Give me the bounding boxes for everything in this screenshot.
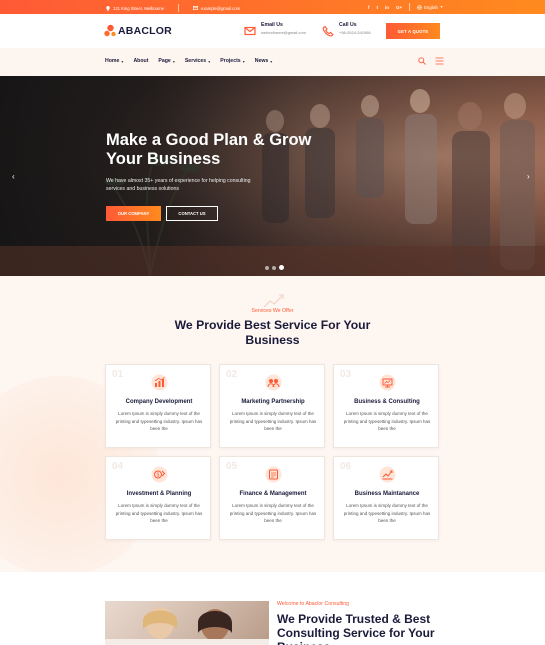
service-card[interactable]: 05 Finance & Management Lorem Ipsum is s…: [219, 456, 325, 540]
call-label: Call Us: [339, 22, 357, 28]
logo-mark-icon: [104, 24, 116, 37]
email-label: Email Us: [261, 22, 283, 28]
chevron-down-icon: ▾: [242, 58, 245, 64]
contact-us-button[interactable]: CONTACT US: [166, 206, 218, 221]
call-value: +98-0524-541986: [339, 30, 371, 35]
search-icon[interactable]: [418, 57, 426, 65]
menu-icon[interactable]: [435, 57, 444, 65]
service-card-title: Finance & Management: [239, 491, 307, 497]
svg-text:$: $: [157, 472, 160, 478]
twitter-icon[interactable]: t: [377, 5, 379, 10]
nav-item-services[interactable]: Services ▾: [185, 58, 210, 64]
header: ABACLOR Email Us webextheme@gmail.com Ca…: [0, 14, 545, 48]
slider-next-arrow-icon[interactable]: ›: [527, 172, 530, 181]
chevron-down-icon: ▾: [208, 58, 211, 64]
chevron-down-icon: ▾: [172, 58, 175, 64]
chevron-down-icon: ▼: [439, 5, 444, 9]
about-image: [105, 601, 269, 645]
service-card-description: Lorem Ipsum is simply dummy text of the …: [229, 503, 317, 524]
service-card-title: Marketing Partnership: [241, 399, 305, 405]
globe-icon: [417, 4, 422, 10]
divider: [409, 3, 411, 11]
chevron-down-icon: ▾: [270, 58, 273, 64]
service-card-description: Lorem Ipsum is simply dummy text of the …: [343, 503, 431, 524]
finance-management-icon: [265, 466, 282, 483]
service-card-title: Company Development: [125, 399, 193, 405]
google-plus-icon[interactable]: G+: [396, 5, 402, 10]
email-value: webextheme@gmail.com: [261, 30, 306, 35]
services-section: Services We Offer We Provide Best Servic…: [0, 276, 545, 572]
about-section: Welcome to Abaclor Consulting We Provide…: [0, 572, 545, 645]
service-card[interactable]: 02 Marketing Partnership Lorem Ipsum is …: [219, 364, 325, 448]
language-selector[interactable]: English ▼: [417, 5, 443, 10]
logo[interactable]: ABACLOR: [104, 24, 172, 37]
facebook-icon[interactable]: f: [368, 5, 370, 10]
main-navigation: Home ▾ About Page ▾ Services ▾ Projects ▾ Ne…: [0, 48, 545, 76]
service-card-title: Investment & Planning: [126, 491, 192, 497]
slider-dot[interactable]: [265, 265, 269, 270]
services-heading: We Provide Best Service For Your Busines…: [174, 318, 371, 347]
service-card[interactable]: 06 Business Maintanance Lorem Ipsum is s…: [333, 456, 439, 540]
envelope-icon: [244, 26, 256, 36]
nav-item-home[interactable]: Home ▾: [105, 58, 123, 64]
service-card-title: Business Maintanance: [354, 491, 420, 497]
about-heading: We Provide Trusted & Best Consulting Ser…: [277, 612, 435, 645]
phone-icon: [322, 25, 334, 37]
our-company-button[interactable]: OUR COMPANY: [106, 206, 161, 221]
service-card[interactable]: 01 Company Development Lorem Ipsum is si…: [105, 364, 211, 448]
call-contact[interactable]: Call Us +98-0524-541986: [322, 22, 371, 37]
nav-item-projects[interactable]: Projects ▾: [220, 58, 245, 64]
about-image-people: [105, 607, 269, 645]
chart-decoration-icon: [263, 294, 284, 308]
envelope-icon: [192, 6, 198, 10]
service-card-description: Lorem Ipsum is simply dummy text of the …: [115, 503, 203, 524]
business-maintanance-icon: [379, 466, 396, 483]
hero-description: We have almost 35+ years of experience f…: [106, 178, 251, 192]
service-card-description: Lorem Ipsum is simply dummy text of the …: [343, 411, 431, 432]
top-bar: 121 King Street, Melbourne example@gmail…: [0, 0, 545, 14]
slider-dots: [265, 265, 284, 270]
service-card-description: Lorem Ipsum is simply dummy text of the …: [229, 411, 317, 432]
slider-prev-arrow-icon[interactable]: ‹: [12, 172, 15, 181]
email-contact[interactable]: Email Us webextheme@gmail.com: [244, 22, 306, 37]
services-eyebrow: Services We Offer: [251, 308, 294, 314]
get-a-quote-button[interactable]: GET A QUOTE: [386, 23, 440, 39]
hero-slider: Make a Good Plan & Grow Your Business We…: [0, 76, 545, 276]
nav-item-news[interactable]: News ▾: [255, 58, 273, 64]
hero-title: Make a Good Plan & Grow Your Business: [106, 131, 312, 168]
service-card[interactable]: 03 Business & Consulting Lorem Ipsum is …: [333, 364, 439, 448]
service-card-title: Business & Consulting: [354, 399, 420, 405]
location-pin-icon: [106, 5, 110, 11]
address-info: 121 King Street, Melbourne: [106, 5, 164, 11]
investment-planning-icon: $: [151, 466, 168, 483]
company-development-icon: [151, 374, 168, 391]
service-card-description: Lorem Ipsum is simply dummy text of the …: [115, 411, 203, 432]
slider-dot-active[interactable]: [279, 265, 284, 270]
about-eyebrow: Welcome to Abaclor Consulting: [277, 601, 349, 607]
nav-item-about[interactable]: About: [133, 58, 148, 64]
linkedin-icon[interactable]: in: [385, 5, 389, 10]
nav-item-page[interactable]: Page ▾: [158, 58, 174, 64]
nav-tools: [418, 57, 444, 65]
marketing-partnership-icon: [265, 374, 282, 391]
hero-background-image: [0, 89, 545, 276]
slider-dot[interactable]: [272, 265, 276, 270]
nav-menu: Home ▾ About Page ▾ Services ▾ Projects ▾ Ne…: [105, 58, 272, 64]
business-consulting-icon: [379, 374, 396, 391]
service-card[interactable]: 04 $ Investment & Planning Lorem Ipsum i…: [105, 456, 211, 540]
divider: [177, 4, 179, 12]
chevron-down-icon: ▾: [121, 58, 124, 64]
email-info[interactable]: example@gmail.com: [192, 6, 240, 11]
